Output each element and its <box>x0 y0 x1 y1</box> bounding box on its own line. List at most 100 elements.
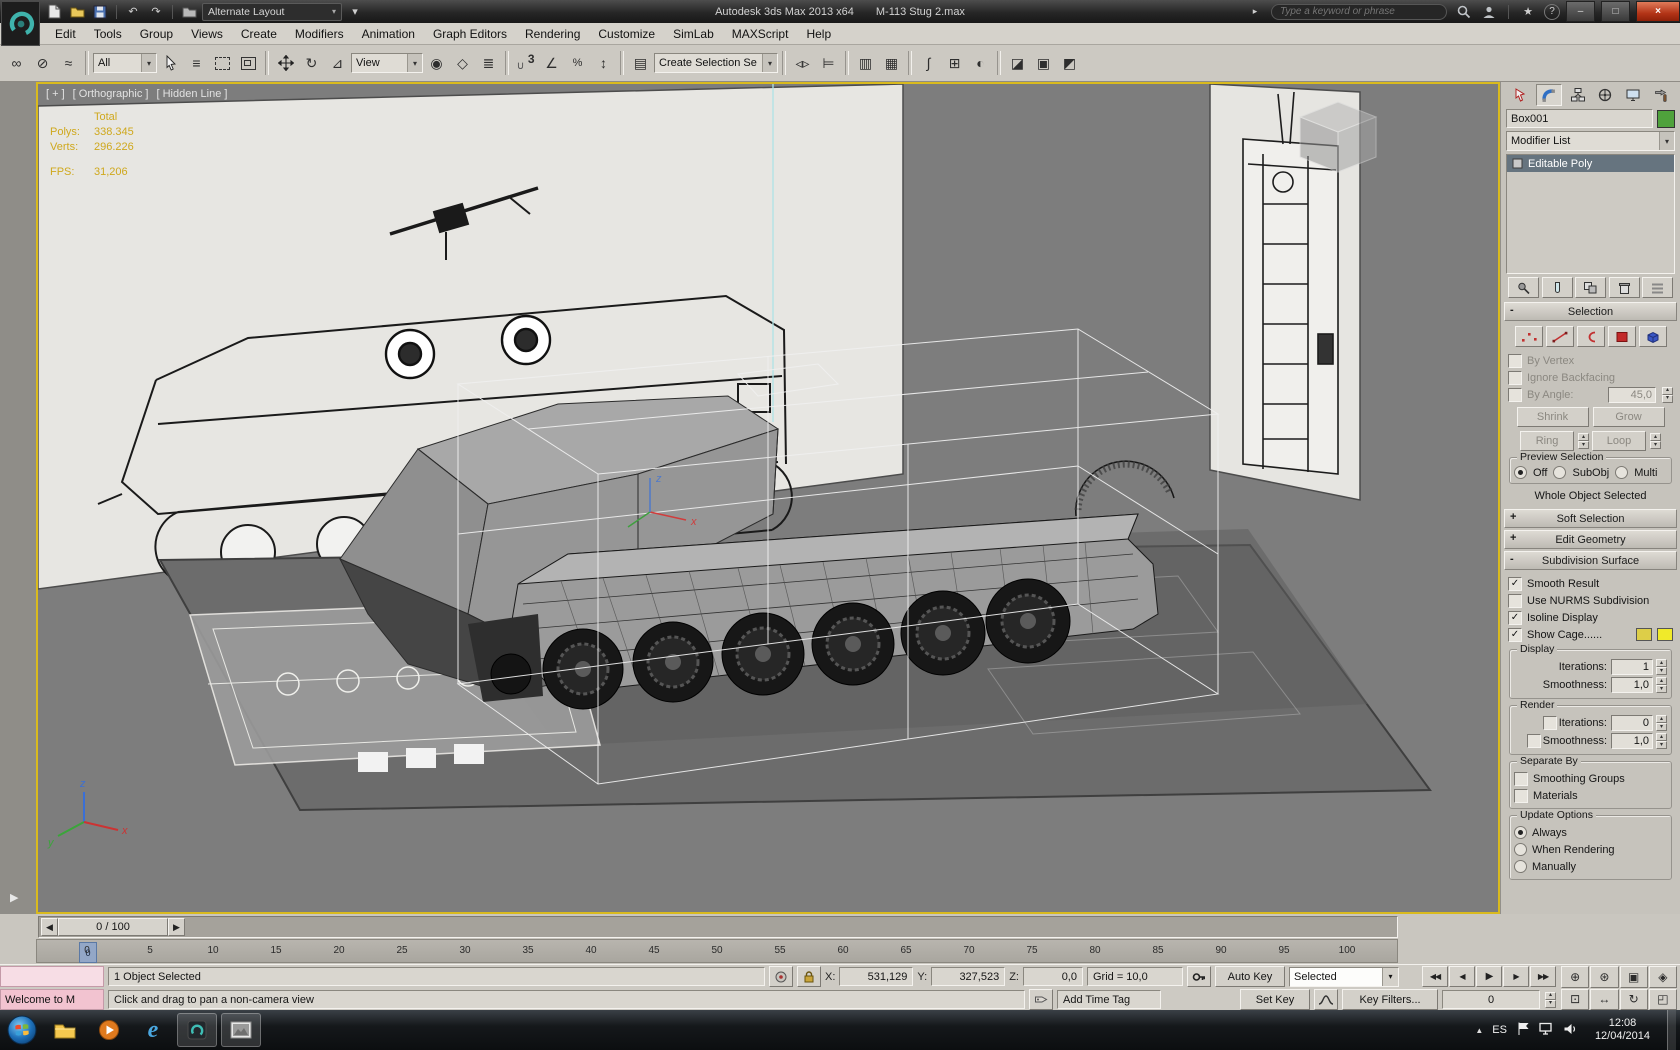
preview-off-radio[interactable] <box>1514 466 1527 479</box>
menu-rendering[interactable]: Rendering <box>516 25 589 43</box>
set-key-mode-icon[interactable] <box>1186 966 1211 987</box>
motion-tab-icon[interactable] <box>1593 85 1617 105</box>
zoom-extents-icon[interactable]: ▣ <box>1619 966 1648 988</box>
viewport-orthographic[interactable]: [ + ] [ Orthographic ] [ Hidden Line ] T… <box>36 82 1500 914</box>
preview-multi-radio[interactable] <box>1615 466 1629 479</box>
y-coord-field[interactable]: 327,523 <box>931 967 1006 986</box>
image-window-taskbar-icon[interactable] <box>221 1013 261 1047</box>
keyboard-layout-indicator[interactable]: ES <box>1492 1024 1507 1036</box>
favorites-star-icon[interactable]: ★ <box>1518 3 1538 20</box>
curve-editor-icon[interactable]: ∫ <box>916 50 941 76</box>
time-tag-icon[interactable] <box>1029 989 1053 1010</box>
modify-tab-icon[interactable] <box>1535 84 1562 106</box>
frame-spinner[interactable]: ▴ ▾ <box>1545 991 1556 1008</box>
ring-spinner[interactable]: ▴ ▾ <box>1578 433 1589 449</box>
cage-color-swatch[interactable] <box>1636 628 1652 641</box>
schematic-view-icon[interactable]: ⊞ <box>942 50 967 76</box>
reference-coord-dropdown[interactable]: View ▾ <box>351 53 423 73</box>
viewport-menu-general[interactable]: [ + ] <box>46 88 65 100</box>
rollout-subdivision-surface[interactable]: - Subdivision Surface <box>1504 551 1677 570</box>
viewcube[interactable] <box>1298 101 1378 173</box>
ribbon-toggle-icon[interactable]: ▦ <box>879 50 904 76</box>
modifier-list-dropdown[interactable]: Modifier List ▾ <box>1506 131 1675 151</box>
rendered-frame-icon[interactable]: ▣ <box>1031 50 1056 76</box>
pivot-center-icon[interactable]: ◉ <box>424 50 449 76</box>
menu-animation[interactable]: Animation <box>353 25 424 43</box>
menu-help[interactable]: Help <box>797 25 840 43</box>
next-frame-button[interactable]: ▶ <box>168 918 185 936</box>
zoom-region-icon[interactable]: ⊡ <box>1561 988 1590 1010</box>
z-coord-field[interactable]: 0,0 <box>1022 967 1083 986</box>
ignore-backfacing-checkbox[interactable] <box>1508 370 1522 385</box>
update-always-radio[interactable] <box>1514 826 1527 839</box>
window-crossing-icon[interactable] <box>236 50 261 76</box>
align-icon[interactable]: ⊨ <box>816 50 841 76</box>
zoom-extents-all-icon[interactable]: ◈ <box>1648 966 1677 988</box>
pan-icon[interactable]: ↔ <box>1590 988 1619 1010</box>
wmp-taskbar-icon[interactable] <box>89 1013 129 1047</box>
menu-customize[interactable]: Customize <box>589 25 664 43</box>
selection-region-icon[interactable] <box>210 50 235 76</box>
display-tab-icon[interactable] <box>1621 85 1645 105</box>
named-selection-dropdown[interactable]: Create Selection Se ▾ <box>654 53 778 73</box>
display-smoothness-field[interactable]: 1,0 <box>1611 677 1653 693</box>
previous-frame-transport-button[interactable]: ◀ <box>1449 966 1475 987</box>
remove-modifier-icon[interactable] <box>1608 277 1640 298</box>
add-time-tag[interactable]: Add Time Tag <box>1057 990 1161 1009</box>
time-slider-handle[interactable]: ◀ 0 / 100 ▶ <box>41 918 185 936</box>
display-smoothness-spinner[interactable]: ▴ ▾ <box>1656 677 1667 693</box>
track-bar[interactable]: 0 0 5 10 15 20 25 30 35 40 45 50 55 60 6… <box>36 939 1398 963</box>
menu-create[interactable]: Create <box>232 25 286 43</box>
element-subobject-icon[interactable] <box>1638 326 1667 347</box>
render-iterations-spinner[interactable]: ▴ ▾ <box>1656 715 1667 731</box>
render-setup-icon[interactable]: ◪ <box>1005 50 1030 76</box>
new-scene-icon[interactable] <box>44 3 64 20</box>
utilities-tab-icon[interactable] <box>1649 85 1673 105</box>
close-button[interactable]: × <box>1636 1 1680 22</box>
stack-item-editable-poly[interactable]: Editable Poly <box>1507 155 1674 172</box>
action-center-flag-icon[interactable] <box>1516 1021 1530 1039</box>
polygon-subobject-icon[interactable] <box>1607 326 1636 347</box>
ring-button[interactable]: Ring <box>1520 431 1574 451</box>
key-filters-button[interactable]: Key Filters... <box>1342 989 1438 1010</box>
spinner-snap-icon[interactable]: ↕ <box>591 50 616 76</box>
menu-group[interactable]: Group <box>131 25 182 43</box>
named-selection-sets-icon[interactable]: ▤ <box>628 50 653 76</box>
select-manipulate-icon[interactable]: ◇ <box>450 50 475 76</box>
save-file-icon[interactable] <box>90 3 110 20</box>
render-production-icon[interactable]: ◩ <box>1057 50 1082 76</box>
render-smoothness-checkbox[interactable] <box>1526 734 1541 748</box>
display-iterations-field[interactable]: 1 <box>1611 659 1653 675</box>
current-frame-field[interactable]: 0 <box>1442 990 1540 1009</box>
play-button[interactable]: ▶ <box>1476 966 1502 987</box>
menu-tools[interactable]: Tools <box>85 25 131 43</box>
workspace-dropdown[interactable]: Alternate Layout ▾ <box>202 2 342 21</box>
search-input[interactable] <box>1271 3 1447 20</box>
rollout-edit-geometry[interactable]: + Edit Geometry <box>1504 530 1677 549</box>
undo-icon[interactable]: ↶ <box>123 3 143 20</box>
rollout-soft-selection[interactable]: + Soft Selection <box>1504 509 1677 528</box>
menu-simlab[interactable]: SimLab <box>664 25 723 43</box>
menu-graph-editors[interactable]: Graph Editors <box>424 25 516 43</box>
mirror-icon[interactable]: ◃▹ <box>790 50 815 76</box>
select-link-icon[interactable]: ∞ <box>4 50 29 76</box>
by-angle-checkbox[interactable] <box>1508 387 1522 402</box>
loop-spinner[interactable]: ▴ ▾ <box>1650 433 1661 449</box>
render-iterations-checkbox[interactable] <box>1542 716 1557 730</box>
key-filters-curve-icon[interactable] <box>1314 989 1338 1010</box>
selection-lock-icon[interactable] <box>797 966 821 987</box>
workspace-menu-arrow-icon[interactable]: ▾ <box>345 3 365 20</box>
materials-checkbox[interactable] <box>1514 788 1528 803</box>
percent-snap-icon[interactable]: % <box>565 50 590 76</box>
zoom-icon[interactable]: ⊕ <box>1561 966 1590 988</box>
update-when-rendering-radio[interactable] <box>1514 843 1527 856</box>
smooth-result-checkbox[interactable]: ✓ <box>1508 576 1522 591</box>
object-color-swatch[interactable] <box>1657 109 1675 128</box>
create-tab-icon[interactable] <box>1508 85 1532 105</box>
show-end-result-icon[interactable] <box>1541 277 1573 298</box>
macro-recorder-strip[interactable] <box>0 966 104 987</box>
configure-modifier-icon[interactable] <box>1642 277 1673 298</box>
object-name-field[interactable]: Box001 <box>1506 109 1653 128</box>
border-subobject-icon[interactable] <box>1576 326 1605 347</box>
orbit-icon[interactable]: ↻ <box>1619 988 1648 1010</box>
